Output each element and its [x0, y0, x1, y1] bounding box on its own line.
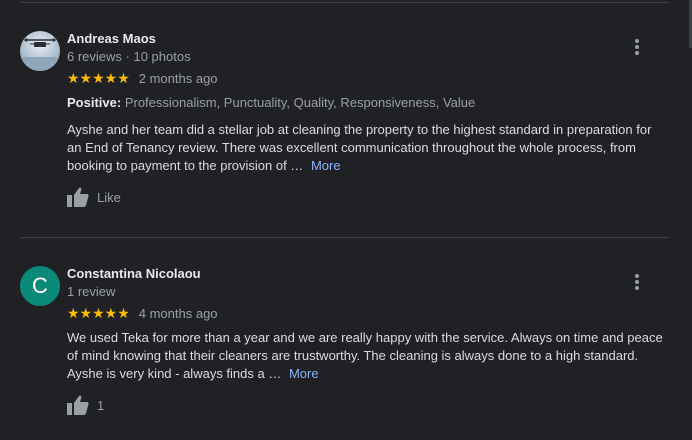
reviewer-name[interactable]: Constantina Nicolaou	[67, 266, 201, 281]
like-count: 1	[97, 397, 105, 413]
review-date: 4 months ago	[138, 306, 218, 321]
more-link[interactable]: More	[289, 366, 319, 381]
rating-row: ★★★★★ 4 months ago	[67, 305, 218, 322]
review-card: C Constantina Nicolaou 1 review ★★★★★ 4 …	[0, 0, 692, 440]
more-options-button[interactable]	[627, 272, 647, 292]
review-body: We used Teka for more than a year and we…	[67, 330, 663, 381]
more-vert-dot	[635, 280, 639, 284]
thumbs-up-icon	[67, 395, 89, 415]
more-vert-dot	[635, 286, 639, 290]
more-vert-icon	[635, 274, 639, 278]
like-button[interactable]: 1	[67, 395, 104, 415]
reviewer-avatar[interactable]: C	[20, 266, 60, 306]
review-text: We used Teka for more than a year and we…	[67, 329, 667, 383]
reviewer-meta[interactable]: 1 review	[67, 284, 115, 299]
star-rating: ★★★★★	[67, 305, 130, 321]
